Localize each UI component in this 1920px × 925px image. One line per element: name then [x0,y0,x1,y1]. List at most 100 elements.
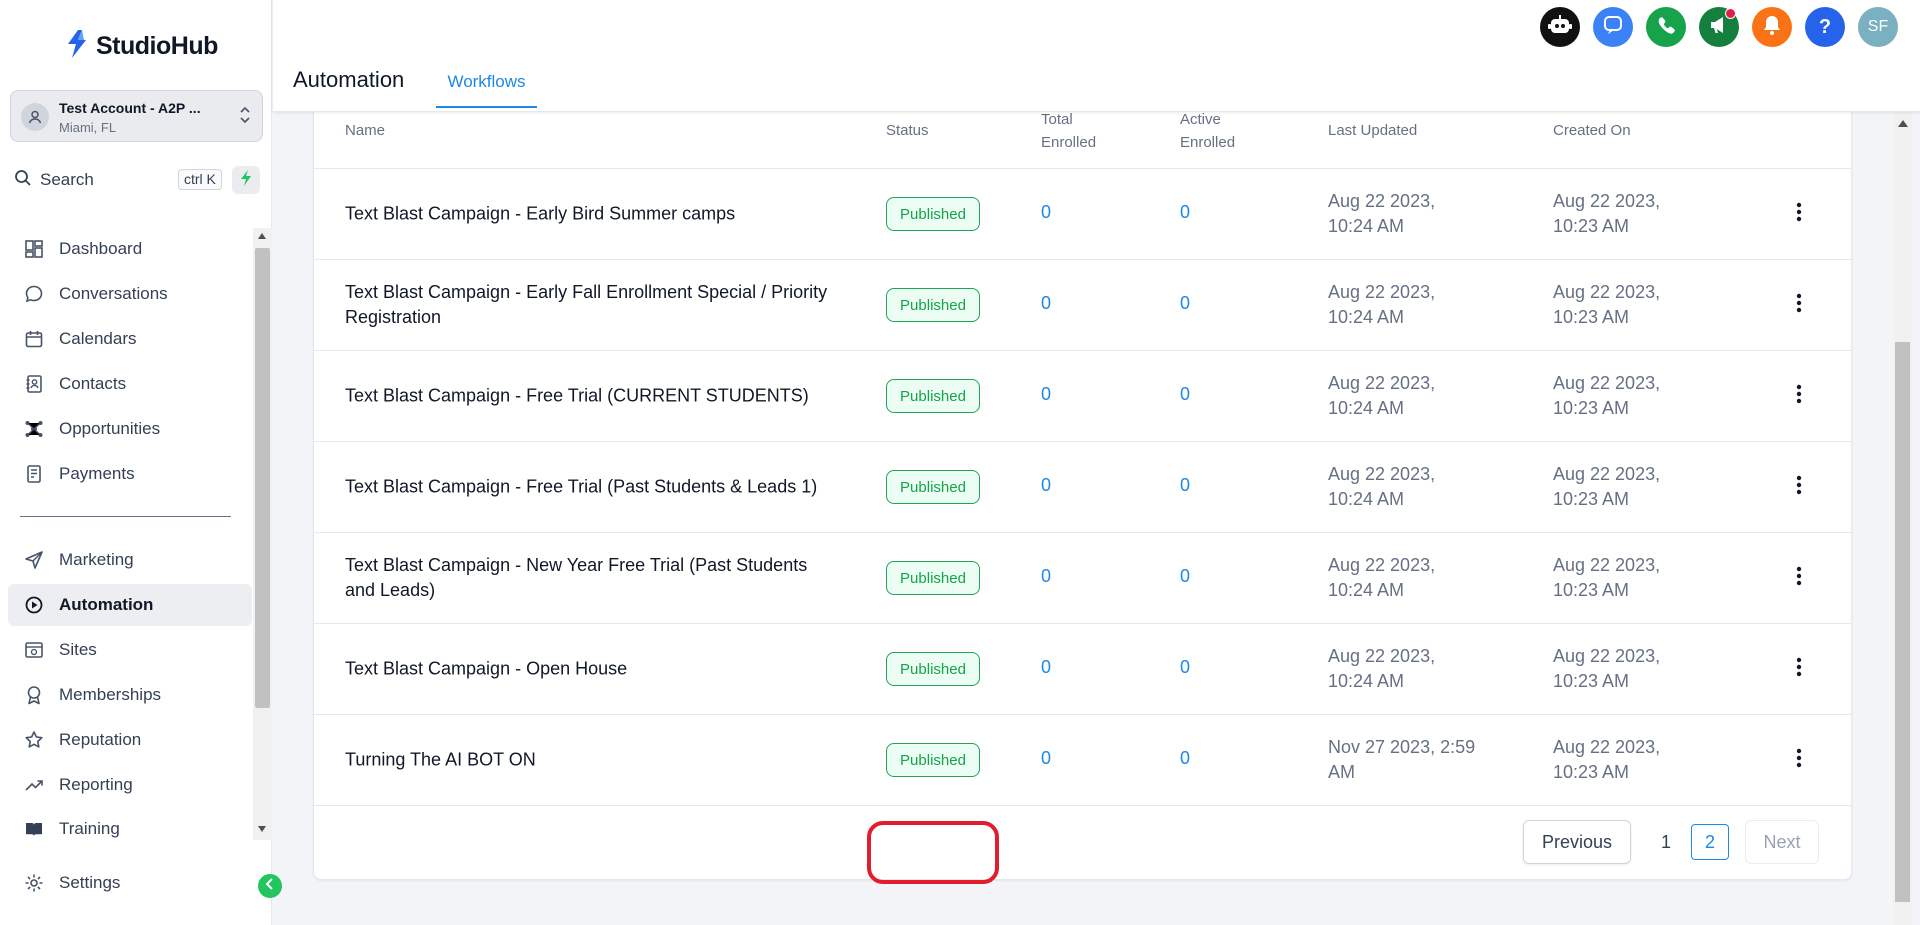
total-enrolled-link[interactable]: 0 [1041,566,1051,587]
account-switcher[interactable]: Test Account - A2P ... Miami, FL [10,90,263,142]
workflows-table: Name Status Total Enrolled Active Enroll… [313,92,1852,884]
workflow-name[interactable]: Text Blast Campaign - Early Fall Enrollm… [345,280,835,330]
search-label: Search [40,170,94,189]
announcements-button[interactable] [1699,7,1739,47]
scroll-up-arrow[interactable] [258,233,266,239]
sidebar-item-conversations[interactable]: Conversations [8,273,252,315]
tab-workflows[interactable]: Workflows [436,58,537,108]
column-last-updated[interactable]: Last Updated [1328,119,1417,142]
table-row[interactable]: Text Blast Campaign - Free Trial (Past S… [314,442,1851,533]
total-enrolled-link[interactable]: 0 [1041,657,1051,678]
sidebar-item-payments[interactable]: Payments [8,453,252,495]
scroll-thumb[interactable] [255,248,270,708]
table-row[interactable]: Text Blast Campaign - New Year Free Tria… [314,533,1851,624]
column-active-enrolled[interactable]: Active Enrolled [1180,108,1235,154]
active-enrolled-link[interactable]: 0 [1180,475,1190,496]
column-created-on[interactable]: Created On [1553,119,1631,142]
sidebar-item-marketing[interactable]: Marketing [8,539,252,581]
page-2-button[interactable]: 2 [1691,824,1729,860]
created-on-line2: 10:23 AM [1553,580,1630,600]
workflow-name[interactable]: Text Blast Campaign - Free Trial (Past S… [345,475,835,500]
row-actions-button[interactable] [1784,199,1814,229]
page-title: Automation [293,67,405,92]
last-updated-line1: Aug 22 2023, [1328,191,1436,211]
help-button[interactable]: ? [1805,7,1845,47]
sidebar-item-reputation[interactable]: Reputation [8,719,252,761]
user-avatar[interactable]: SF [1858,7,1898,47]
total-enrolled-link[interactable]: 0 [1041,475,1051,496]
active-enrolled-link[interactable]: 0 [1180,748,1190,769]
sidebar-item-dashboard[interactable]: Dashboard [8,228,252,270]
last-updated-line2: 10:24 AM [1328,216,1405,236]
active-enrolled-link[interactable]: 0 [1180,657,1190,678]
ai-bot-button[interactable] [1540,7,1580,47]
phone-button[interactable] [1646,7,1686,47]
row-actions-button[interactable] [1784,563,1814,593]
sidebar-item-opportunities[interactable]: Opportunities [8,408,252,450]
page-scrollbar[interactable] [1893,112,1912,925]
workflow-name[interactable]: Text Blast Campaign - Free Trial (CURREN… [345,384,835,409]
workflow-name[interactable]: Text Blast Campaign - Open House [345,657,835,682]
next-page-button[interactable]: Next [1745,820,1819,864]
created-on-line2: 10:23 AM [1553,762,1630,782]
search-bar[interactable]: Search ctrl K [14,166,224,194]
last-updated-line2: 10:24 AM [1328,398,1405,418]
chat-widget-button[interactable] [1593,7,1633,47]
sidebar-item-label: Settings [59,873,121,892]
workflow-name[interactable]: Text Blast Campaign - New Year Free Tria… [345,553,835,603]
table-row[interactable]: Text Blast Campaign - Early Fall Enrollm… [314,260,1851,351]
sidebar-item-settings[interactable]: Settings [8,862,252,904]
sidebar-item-reporting[interactable]: Reporting [8,764,252,806]
logo[interactable]: StudioHub [64,28,218,65]
page-1-button[interactable]: 1 [1647,824,1685,860]
table-row[interactable]: Text Blast Campaign - Free Trial (CURREN… [314,351,1851,442]
robot-icon [1547,13,1573,42]
active-enrolled-link[interactable]: 0 [1180,293,1190,314]
more-vertical-icon [1796,384,1802,409]
column-total-enrolled[interactable]: Total Enrolled [1041,108,1096,154]
active-enrolled-link[interactable]: 0 [1180,202,1190,223]
search-shortcut: ctrl K [178,169,222,190]
created-on-line1: Aug 22 2023, [1553,464,1661,484]
row-actions-button[interactable] [1784,290,1814,320]
column-status[interactable]: Status [886,119,929,142]
active-enrolled-link[interactable]: 0 [1180,384,1190,405]
sidebar-item-training[interactable]: Training [8,808,252,850]
scroll-up-arrow[interactable] [1898,120,1908,127]
sidebar-item-calendars[interactable]: Calendars [8,318,252,360]
sidebar-item-sites[interactable]: Sites [8,629,252,671]
table-row[interactable]: Text Blast Campaign - Early Bird Summer … [314,169,1851,260]
status-badge: Published [886,652,980,686]
scroll-down-arrow[interactable] [258,826,266,832]
total-enrolled-link[interactable]: 0 [1041,202,1051,223]
created-on-cell: Aug 22 2023, 10:23 AM [1553,735,1703,785]
previous-page-button[interactable]: Previous [1523,820,1631,864]
active-enrolled-link[interactable]: 0 [1180,566,1190,587]
row-actions-button[interactable] [1784,654,1814,684]
top-header: Automation Workflows ? SF [273,0,1920,112]
table-row[interactable]: Text Blast Campaign - Open House Publishe… [314,624,1851,715]
workflow-name[interactable]: Text Blast Campaign - Early Bird Summer … [345,202,835,227]
row-actions-button[interactable] [1784,381,1814,411]
column-name[interactable]: Name [345,119,385,142]
notifications-button[interactable] [1752,7,1792,47]
quick-action-button[interactable] [232,166,260,194]
column-total-enrolled-line2: Enrolled [1041,134,1097,151]
sidebar-item-contacts[interactable]: Contacts [8,363,252,405]
sidebar-item-memberships[interactable]: Memberships [8,674,252,716]
sidebar-item-automation[interactable]: Automation [8,584,252,626]
account-name: Test Account - A2P ... [59,100,201,116]
total-enrolled-link[interactable]: 0 [1041,293,1051,314]
phone-icon [1656,15,1676,40]
collapse-sidebar-button[interactable] [258,874,282,898]
row-actions-button[interactable] [1784,472,1814,502]
sidebar-scrollbar[interactable] [253,228,272,840]
total-enrolled-link[interactable]: 0 [1041,384,1051,405]
scroll-thumb[interactable] [1895,342,1910,902]
table-row[interactable]: Turning The AI BOT ON Published 0 0 Nov 27 2… [314,715,1851,806]
total-enrolled-link[interactable]: 0 [1041,748,1051,769]
row-actions-button[interactable] [1784,745,1814,775]
sidebar-item-label: Automation [59,595,154,614]
sidebar-item-label: Sites [59,640,97,659]
workflow-name[interactable]: Turning The AI BOT ON [345,748,835,773]
